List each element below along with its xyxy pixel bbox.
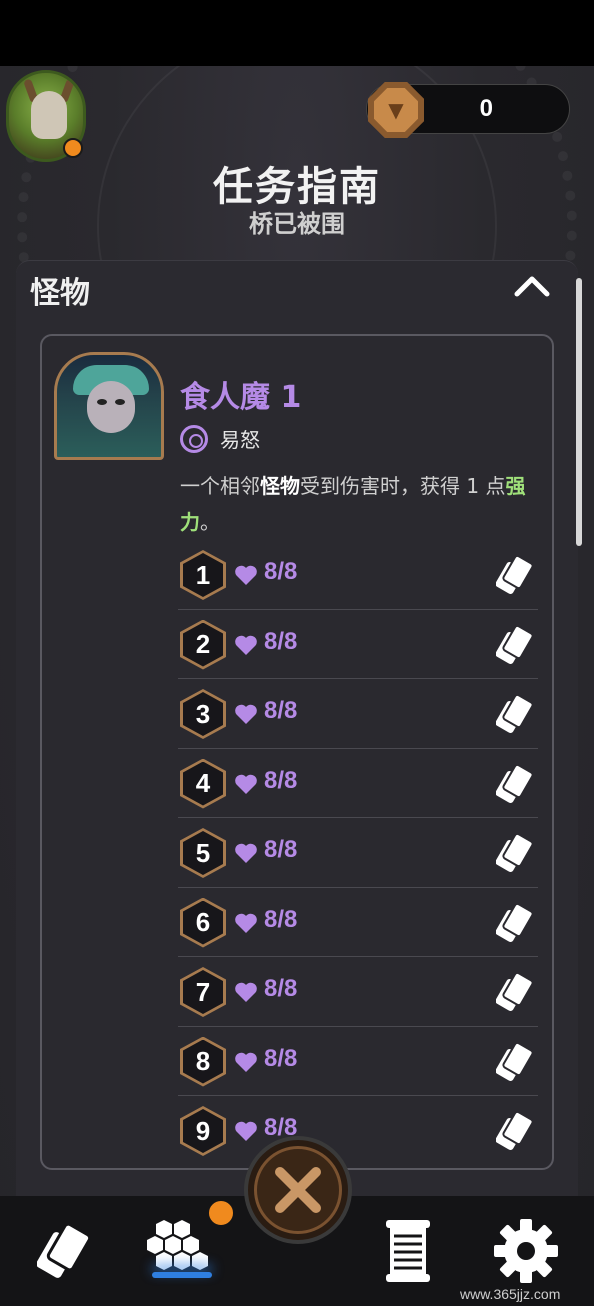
wolf-medallion-icon: ▼	[368, 82, 424, 138]
hex-number-badge: 4	[180, 758, 226, 809]
portrait-eye	[115, 399, 125, 405]
monster-instance-list: 1 8/8 2 8/8 3 8/8 4 8/8 5 8/8 6 8/8 7 8/…	[178, 540, 538, 1166]
list-item: 9 8/8	[178, 1096, 538, 1166]
list-item: 5 8/8	[178, 818, 538, 888]
cards-icon[interactable]	[496, 971, 534, 1013]
desc-text: 受到伤害时，获得 1 点	[300, 474, 506, 498]
avatar-face	[31, 91, 67, 139]
center-button-inner	[254, 1146, 342, 1234]
hex-number-badge: 6	[180, 897, 226, 948]
hp-value: 8/8	[264, 766, 298, 794]
heart-icon	[235, 1052, 257, 1072]
heart-icon	[235, 704, 257, 724]
hex-number-badge: 3	[180, 689, 226, 739]
cards-icon[interactable]	[496, 902, 534, 944]
desc-text: 。	[200, 510, 220, 534]
list-item: 2 8/8	[178, 610, 538, 679]
list-item: 8 8/8	[178, 1027, 538, 1096]
hp-value: 8/8	[264, 1044, 298, 1072]
monster-trait[interactable]: 易怒	[180, 424, 260, 453]
target-icon	[180, 424, 208, 453]
monster-name: 食人魔 1	[180, 380, 302, 415]
list-item: 1 8/8	[178, 540, 538, 610]
chevron-up-icon	[514, 276, 550, 297]
monster-portrait	[54, 352, 164, 460]
scroll-icon	[386, 1220, 430, 1282]
hex-number-badge: 2	[180, 619, 226, 670]
trait-description: 一个相邻怪物受到伤害时，获得 1 点强力。	[180, 468, 530, 540]
cards-icon[interactable]	[496, 763, 534, 805]
monster-card: 食人魔 1 易怒 一个相邻怪物受到伤害时，获得 1 点强力。 1 8/8 2 8…	[40, 334, 554, 1170]
currency-display[interactable]: ▼ 0	[366, 82, 570, 138]
nav-hex-map[interactable]	[140, 1196, 236, 1306]
list-item: 7 8/8	[178, 957, 538, 1027]
heart-icon	[235, 635, 257, 655]
list-item: 6 8/8	[178, 888, 538, 957]
close-button[interactable]	[244, 1136, 352, 1244]
portrait-head	[87, 381, 135, 433]
crossed-swords-icon	[275, 1167, 321, 1213]
nav-quest-log[interactable]	[376, 1196, 440, 1306]
gear-icon	[494, 1219, 558, 1283]
heart-icon	[235, 565, 257, 585]
cards-icon[interactable]	[496, 693, 534, 735]
hex-number-badge: 9	[180, 1106, 226, 1156]
desc-keyword-monster[interactable]: 怪物	[260, 474, 300, 498]
heart-icon	[235, 774, 257, 794]
status-bar	[0, 0, 594, 66]
heart-icon	[235, 982, 257, 1002]
portrait-eye	[97, 399, 107, 405]
heart-icon	[235, 843, 257, 863]
hp-value: 8/8	[264, 905, 298, 933]
hex-number-badge: 1	[180, 550, 226, 600]
nav-cards[interactable]	[30, 1196, 104, 1306]
list-item: 3 8/8	[178, 679, 538, 749]
hp-value: 8/8	[264, 627, 298, 655]
hex-number-badge: 7	[180, 967, 226, 1017]
hp-value: 8/8	[264, 836, 298, 863]
cards-icon[interactable]	[496, 554, 534, 596]
heart-icon	[235, 913, 257, 933]
watermark: www.365jjz.com	[460, 1286, 561, 1302]
heart-icon	[235, 1121, 257, 1141]
quest-guide-screen: ▼ 0 任务指南 桥已被围 怪物 食人魔 1 易怒 一个相邻怪物受到伤害时，获得…	[0, 66, 594, 1306]
trait-label: 易怒	[220, 428, 260, 452]
cards-icon[interactable]	[496, 624, 534, 666]
scrollbar[interactable]	[576, 278, 582, 546]
currency-value: 0	[479, 95, 493, 122]
hex-number-badge: 5	[180, 828, 226, 878]
page-subtitle: 桥已被围	[249, 210, 345, 238]
section-title: 怪物	[30, 276, 90, 311]
hp-value: 8/8	[264, 975, 298, 1002]
desc-text: 一个相邻	[180, 474, 260, 498]
cards-icon[interactable]	[496, 1110, 534, 1152]
nav-notification-badge	[206, 1198, 236, 1228]
list-item: 4 8/8	[178, 749, 538, 818]
hp-value: 8/8	[264, 558, 298, 585]
hp-value: 8/8	[264, 697, 298, 724]
collapse-button[interactable]	[510, 266, 554, 306]
cards-icon[interactable]	[496, 832, 534, 874]
hex-number-badge: 8	[180, 1036, 226, 1087]
cards-icon[interactable]	[496, 1041, 534, 1083]
nav-active-indicator	[152, 1272, 212, 1278]
cards-icon	[37, 1222, 92, 1278]
